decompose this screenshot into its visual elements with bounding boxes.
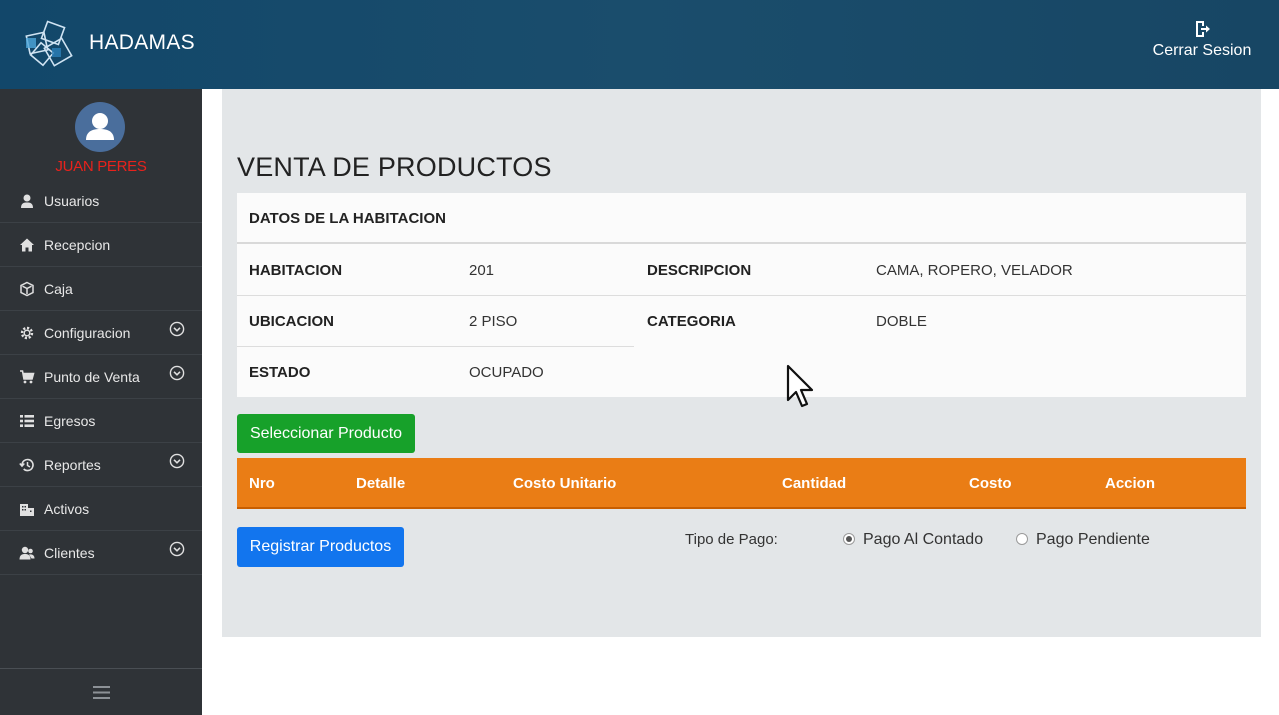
row-divider bbox=[237, 346, 634, 347]
home-icon bbox=[20, 238, 34, 252]
descripcion-value: CAMA, ROPERO, VELADOR bbox=[876, 262, 1073, 279]
categoria-label: CATEGORIA bbox=[647, 313, 736, 330]
sidebar-item-activos[interactable]: Activos bbox=[0, 487, 202, 531]
user-icon bbox=[21, 194, 33, 208]
sidebar-item-label: Clientes bbox=[44, 545, 95, 561]
payment-type-label: Tipo de Pago: bbox=[685, 531, 778, 548]
sidebar-item-label: Reportes bbox=[44, 457, 101, 473]
app-brand: HADAMAS bbox=[89, 31, 195, 54]
room-card-title: DATOS DE LA HABITACION bbox=[249, 210, 446, 227]
ubicacion-label: UBICACION bbox=[249, 313, 334, 330]
sidebar-item-label: Caja bbox=[44, 281, 73, 297]
sidebar-item-label: Configuracion bbox=[44, 325, 131, 341]
chevron-down-icon bbox=[169, 541, 185, 557]
avatar bbox=[75, 102, 125, 152]
products-table-header: Nro Detalle Costo Unitario Cantidad Cost… bbox=[237, 458, 1246, 509]
hamburger-icon bbox=[93, 686, 110, 699]
main-panel: VENTA DE PRODUCTOS DATOS DE LA HABITACIO… bbox=[222, 89, 1261, 637]
building-icon bbox=[20, 504, 34, 516]
mouse-cursor-icon bbox=[786, 364, 814, 408]
column-header-cantidad: Cantidad bbox=[782, 475, 847, 492]
sidebar-item-recepcion[interactable]: Recepcion bbox=[0, 223, 202, 267]
user-avatar-icon bbox=[86, 113, 114, 140]
radio-label-pago-pendiente[interactable]: Pago Pendiente bbox=[1036, 531, 1150, 549]
list-icon bbox=[20, 415, 34, 427]
gear-icon bbox=[20, 326, 34, 340]
sidebar-menu: Usuarios Recepcion Caja Configuracion Pu… bbox=[0, 179, 202, 575]
column-header-nro: Nro bbox=[249, 475, 275, 492]
sidebar-item-label: Recepcion bbox=[44, 237, 111, 253]
sidebar-item-configuracion[interactable]: Configuracion bbox=[0, 311, 202, 355]
select-product-button[interactable]: Seleccionar Producto bbox=[237, 414, 415, 453]
column-header-accion: Accion bbox=[1105, 475, 1156, 492]
sidebar-item-usuarios[interactable]: Usuarios bbox=[0, 179, 202, 223]
habitacion-value: 201 bbox=[469, 262, 495, 279]
column-header-costo: Costo bbox=[969, 475, 1012, 492]
chevron-down-icon bbox=[169, 453, 185, 469]
radio-label-pago-contado[interactable]: Pago Al Contado bbox=[863, 531, 983, 549]
sidebar: JUAN PERES Usuarios Recepcion Caja Confi… bbox=[0, 89, 202, 715]
row-divider bbox=[237, 295, 1246, 296]
categoria-value: DOBLE bbox=[876, 313, 927, 330]
sidebar-item-label: Egresos bbox=[44, 413, 96, 429]
history-icon bbox=[19, 458, 34, 472]
page-title: VENTA DE PRODUCTOS bbox=[237, 152, 552, 182]
clients-icon bbox=[19, 546, 35, 560]
sidebar-item-punto-de-venta[interactable]: Punto de Venta bbox=[0, 355, 202, 399]
box-icon bbox=[20, 281, 34, 297]
sidebar-item-reportes[interactable]: Reportes bbox=[0, 443, 202, 487]
cart-icon bbox=[20, 370, 35, 384]
chevron-down-icon bbox=[169, 321, 185, 337]
logout-button[interactable]: Cerrar Sesion bbox=[1147, 20, 1257, 60]
sidebar-item-label: Punto de Venta bbox=[44, 369, 140, 385]
sidebar-toggle-button[interactable] bbox=[0, 668, 202, 715]
radio-pago-contado[interactable] bbox=[843, 533, 855, 545]
logout-label: Cerrar Sesion bbox=[1152, 42, 1252, 59]
top-header: HADAMAS Cerrar Sesion bbox=[0, 0, 1279, 89]
logo-icon bbox=[25, 20, 73, 67]
ubicacion-value: 2 PISO bbox=[469, 313, 518, 330]
sidebar-item-clientes[interactable]: Clientes bbox=[0, 531, 202, 575]
user-name: JUAN PERES bbox=[55, 158, 147, 175]
estado-label: ESTADO bbox=[249, 364, 311, 381]
radio-pago-pendiente[interactable] bbox=[1016, 533, 1028, 545]
habitacion-label: HABITACION bbox=[249, 262, 343, 279]
logout-icon bbox=[1196, 21, 1210, 37]
sidebar-item-label: Activos bbox=[44, 501, 90, 517]
room-card-header: DATOS DE LA HABITACION bbox=[237, 193, 1246, 244]
sidebar-item-caja[interactable]: Caja bbox=[0, 267, 202, 311]
column-header-costo-unitario: Costo Unitario bbox=[513, 475, 617, 492]
chevron-down-icon bbox=[169, 365, 185, 381]
estado-value: OCUPADO bbox=[469, 364, 544, 381]
column-header-detalle: Detalle bbox=[356, 475, 406, 492]
sidebar-item-egresos[interactable]: Egresos bbox=[0, 399, 202, 443]
sidebar-item-label: Usuarios bbox=[44, 193, 100, 209]
register-products-button[interactable]: Registrar Productos bbox=[237, 527, 404, 567]
room-info-card: DATOS DE LA HABITACION HABITACION 201 DE… bbox=[237, 193, 1246, 397]
descripcion-label: DESCRIPCION bbox=[647, 262, 752, 279]
